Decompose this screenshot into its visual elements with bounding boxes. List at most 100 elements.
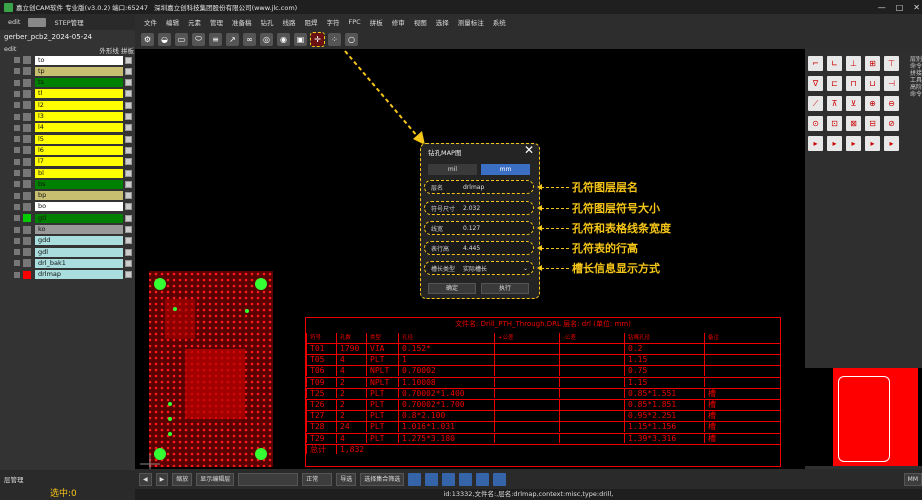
- drill-map-icon[interactable]: ✛: [310, 31, 325, 47]
- route-icon[interactable]: ↗: [226, 32, 239, 46]
- line-icon[interactable]: [493, 472, 507, 486]
- show-edit-layer-button[interactable]: 显示编辑层: [196, 472, 235, 486]
- snap-icon[interactable]: [408, 472, 422, 486]
- layer-visible-checkbox[interactable]: [14, 147, 20, 154]
- layer-row[interactable]: l7: [14, 157, 132, 167]
- menu-item[interactable]: 拼板: [370, 17, 383, 27]
- menu-item[interactable]: 修审: [392, 17, 405, 27]
- tool-icon[interactable]: ∇: [808, 76, 823, 91]
- layer-row[interactable]: ts: [14, 78, 132, 88]
- layer-filter-icon[interactable]: [459, 472, 473, 486]
- layer-row[interactable]: drl_bak1: [14, 258, 132, 268]
- layer-affected-checkbox[interactable]: [125, 79, 132, 87]
- menu-item[interactable]: 线路: [283, 17, 296, 27]
- tool-icon[interactable]: ⊖: [884, 96, 899, 111]
- menu-item[interactable]: 系统: [493, 17, 506, 27]
- tool-icon[interactable]: ⊠: [846, 116, 861, 131]
- tool-icon[interactable]: ⊓: [846, 76, 861, 91]
- layer-affected-checkbox[interactable]: [125, 192, 132, 200]
- maximize-icon[interactable]: □: [896, 3, 904, 12]
- tab-step[interactable]: STEP管理: [50, 16, 87, 28]
- layer-color-swatch[interactable]: [23, 248, 31, 257]
- layer-row[interactable]: bl: [14, 168, 132, 178]
- layer-color-swatch[interactable]: [23, 202, 31, 211]
- slot-icon[interactable]: ◒: [158, 32, 171, 46]
- layer-visible-checkbox[interactable]: [14, 249, 20, 256]
- close-icon[interactable]: ✕: [913, 3, 920, 12]
- layer-color-swatch[interactable]: [23, 180, 31, 189]
- menu-item[interactable]: 文件: [144, 17, 157, 27]
- layer-affected-checkbox[interactable]: [125, 271, 132, 279]
- select-button[interactable]: 导选: [336, 472, 357, 486]
- layer-visible-checkbox[interactable]: [14, 271, 20, 278]
- layer-affected-checkbox[interactable]: [125, 169, 132, 177]
- layer-row[interactable]: to: [14, 55, 132, 65]
- layer-affected-checkbox[interactable]: [125, 124, 132, 132]
- menu-item[interactable]: FPC: [349, 18, 361, 26]
- layer-affected-checkbox[interactable]: [125, 146, 132, 154]
- outline-toggle[interactable]: 外形线: [99, 47, 119, 55]
- layer-affected-checkbox[interactable]: [125, 203, 132, 211]
- tool-icon[interactable]: ⊤: [884, 56, 899, 71]
- layer-row[interactable]: tp: [14, 66, 132, 76]
- menu-item[interactable]: 测量标注: [458, 17, 484, 27]
- ok-button[interactable]: 确定: [428, 283, 476, 294]
- layer-color-swatch[interactable]: [23, 236, 31, 245]
- layer-affected-checkbox[interactable]: [125, 180, 132, 188]
- layer-visible-checkbox[interactable]: [14, 170, 20, 176]
- layer-row[interactable]: l6: [14, 145, 132, 155]
- tool-icon[interactable]: ⊙: [808, 116, 823, 131]
- tool-icon[interactable]: ▸: [827, 136, 842, 151]
- menu-item[interactable]: 视图: [414, 17, 427, 27]
- layer-row[interactable]: ko: [14, 225, 132, 235]
- layer-affected-checkbox[interactable]: [125, 248, 132, 256]
- layer-color-swatch[interactable]: [23, 214, 31, 223]
- tab-edit[interactable]: edit: [4, 17, 24, 27]
- layer-affected-checkbox[interactable]: [125, 90, 132, 98]
- layer-visible-checkbox[interactable]: [14, 68, 20, 75]
- layer-visible-checkbox[interactable]: [14, 215, 20, 222]
- tool-icon[interactable]: ⊡: [827, 116, 842, 131]
- layer-visible-checkbox[interactable]: [14, 203, 20, 210]
- stack-icon[interactable]: ≡: [209, 32, 222, 46]
- tool-icon[interactable]: ⟋: [808, 96, 823, 111]
- tool-icon[interactable]: ⊔: [865, 76, 880, 91]
- unit-select[interactable]: MM: [903, 472, 922, 486]
- layer-color-swatch[interactable]: [23, 157, 31, 166]
- layer-affected-checkbox[interactable]: [125, 56, 132, 64]
- grid-icon[interactable]: ⁘: [328, 32, 341, 46]
- tool-icon[interactable]: ⊟: [865, 116, 880, 131]
- layer-row[interactable]: gdd: [14, 236, 132, 246]
- row-height-input[interactable]: 4.445: [463, 245, 533, 252]
- layer-row[interactable]: drlmap: [14, 270, 132, 280]
- layer-row[interactable]: l5: [14, 134, 132, 144]
- menu-item[interactable]: 选择: [436, 17, 449, 27]
- pill-icon[interactable]: ⬭: [192, 32, 205, 46]
- layer-affected-checkbox[interactable]: [125, 226, 132, 233]
- layer-visible-checkbox[interactable]: [14, 260, 20, 267]
- tool-icon[interactable]: ⊏: [827, 76, 842, 91]
- layer-row[interactable]: l3: [14, 112, 132, 122]
- layer-visible-checkbox[interactable]: [14, 226, 20, 233]
- layer-visible-checkbox[interactable]: [14, 192, 20, 199]
- layer-visible-checkbox[interactable]: [14, 237, 20, 244]
- layer-affected-checkbox[interactable]: [125, 259, 132, 267]
- edit-step-label[interactable]: edit: [4, 45, 16, 55]
- menu-item[interactable]: 管理: [210, 17, 223, 27]
- layer-row[interactable]: tl: [14, 89, 132, 99]
- measure-icon[interactable]: [425, 472, 439, 486]
- layer-visible-checkbox[interactable]: [14, 113, 20, 120]
- tool-icon[interactable]: ⊼: [827, 96, 842, 111]
- link-icon[interactable]: ∞: [243, 32, 256, 46]
- layer-color-swatch[interactable]: [23, 78, 31, 87]
- layer-visible-checkbox[interactable]: [14, 57, 20, 63]
- menu-item[interactable]: 字符: [327, 17, 340, 27]
- layer-row[interactable]: l2: [14, 100, 132, 110]
- grid-snap-icon[interactable]: [442, 472, 456, 486]
- layer-row[interactable]: bp: [14, 191, 132, 201]
- layer-color-swatch[interactable]: [23, 191, 31, 200]
- tool-icon[interactable]: ▸: [846, 136, 861, 151]
- layer-row[interactable]: bo: [14, 202, 132, 212]
- layer-row[interactable]: l4: [14, 123, 132, 133]
- map-icon[interactable]: ▣: [294, 32, 307, 46]
